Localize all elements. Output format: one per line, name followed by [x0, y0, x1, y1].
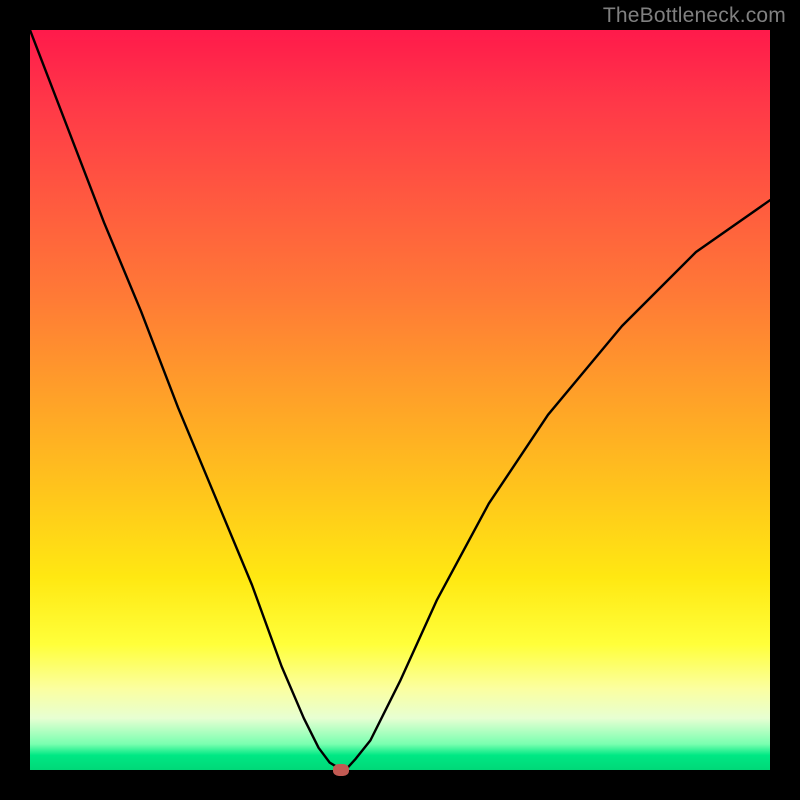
bottleneck-curve	[30, 30, 770, 770]
minimum-marker	[333, 764, 349, 776]
watermark-text: TheBottleneck.com	[603, 4, 786, 28]
curve-path	[30, 30, 770, 770]
chart-frame: TheBottleneck.com	[0, 0, 800, 800]
plot-area	[30, 30, 770, 770]
